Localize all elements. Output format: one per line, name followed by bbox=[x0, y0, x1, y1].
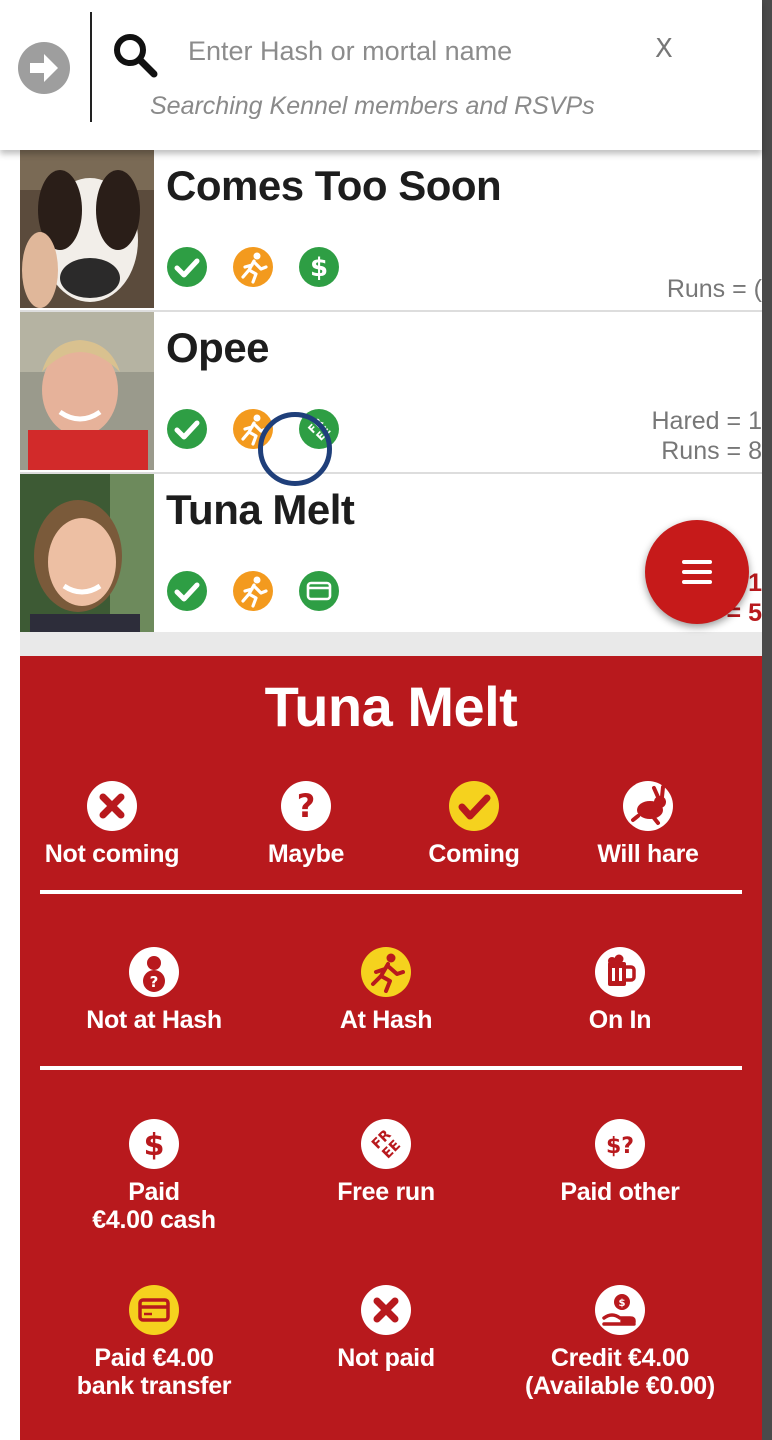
search-input[interactable] bbox=[186, 28, 630, 74]
status-sheet: Tuna Melt Not coming ? Maybe Coming Will… bbox=[20, 656, 762, 1440]
free-run-icon: FR EE bbox=[361, 1119, 411, 1169]
svg-text:?: ? bbox=[297, 787, 316, 825]
runs-count: Runs = ( bbox=[666, 275, 762, 303]
option-label: Will hare bbox=[597, 840, 699, 868]
coming-button[interactable]: Coming bbox=[384, 780, 564, 868]
search-header: X Searching Kennel members and RSVPs bbox=[0, 0, 762, 150]
search-icon bbox=[114, 34, 158, 78]
member-row[interactable]: Comes Too Soon $ Runs = ( bbox=[20, 150, 762, 312]
paid-cash-dollar-icon: $ bbox=[299, 247, 339, 287]
option-label: Paid other bbox=[560, 1178, 680, 1206]
member-name: Opee bbox=[166, 324, 270, 371]
not-coming-button[interactable]: Not coming bbox=[22, 780, 202, 868]
member-row[interactable]: Opee FR EE Hared = 1 Runs = 8 bbox=[20, 312, 762, 474]
coming-check-icon bbox=[167, 247, 207, 287]
coming-check-icon bbox=[167, 571, 207, 611]
bank-transfer-card-icon bbox=[299, 571, 339, 611]
option-label: Paid €4.00 bank transfer bbox=[76, 1344, 232, 1400]
svg-text:$: $ bbox=[310, 253, 328, 283]
on-in-button[interactable]: On In bbox=[530, 946, 710, 1034]
menu-icon bbox=[682, 560, 712, 564]
option-label: Not coming bbox=[44, 840, 180, 868]
will-hare-button[interactable]: Will hare bbox=[558, 780, 738, 868]
at-hash-button[interactable]: At Hash bbox=[296, 946, 476, 1034]
coming-check-icon bbox=[167, 409, 207, 449]
runs-count: Runs = 8 bbox=[661, 437, 762, 465]
dollar-circle-icon: $ bbox=[129, 1119, 179, 1169]
option-label: Not at Hash bbox=[86, 1006, 222, 1034]
menu-fab-button[interactable] bbox=[645, 520, 749, 624]
svg-text:?: ? bbox=[150, 973, 159, 991]
at-hash-runner-icon bbox=[233, 571, 273, 611]
maybe-button[interactable]: ? Maybe bbox=[216, 780, 396, 868]
free-run-button[interactable]: FR EE Free run bbox=[296, 1118, 476, 1206]
section-divider bbox=[40, 890, 742, 894]
paid-cash-button[interactable]: $ Paid €4.00 cash bbox=[64, 1118, 244, 1234]
beer-mug-icon bbox=[595, 947, 645, 997]
paid-bank-transfer-button[interactable]: Paid €4.00 bank transfer bbox=[64, 1284, 244, 1400]
paid-other-button[interactable]: $? Paid other bbox=[530, 1118, 710, 1206]
hare-icon bbox=[623, 781, 673, 831]
option-label: Maybe bbox=[267, 840, 345, 868]
member-name: Comes Too Soon bbox=[166, 162, 502, 209]
svg-text:$: $ bbox=[144, 1128, 165, 1163]
back-arrow-icon[interactable] bbox=[18, 42, 70, 94]
svg-text:$?: $? bbox=[606, 1134, 634, 1159]
x-circle-icon bbox=[87, 781, 137, 831]
avatar bbox=[20, 474, 154, 632]
option-label: Paid €4.00 cash bbox=[92, 1178, 216, 1234]
sheet-gap bbox=[20, 632, 762, 656]
question-circle-icon: ? bbox=[281, 781, 331, 831]
not-at-hash-button[interactable]: ? Not at Hash bbox=[64, 946, 244, 1034]
header-divider bbox=[90, 12, 92, 122]
option-label: At Hash bbox=[339, 1006, 433, 1034]
option-label: Free run bbox=[337, 1178, 435, 1206]
hared-count: Hared = 1 bbox=[651, 407, 763, 435]
option-label: Not paid bbox=[337, 1344, 435, 1372]
money-hand-icon: $ bbox=[595, 1285, 645, 1335]
clear-search-button[interactable]: X bbox=[655, 34, 673, 64]
avatar bbox=[20, 150, 154, 308]
member-name: Tuna Melt bbox=[166, 486, 355, 533]
svg-text:$: $ bbox=[619, 1298, 626, 1309]
check-circle-icon bbox=[449, 781, 499, 831]
not-at-hash-icon: ? bbox=[129, 947, 179, 997]
card-circle-icon bbox=[129, 1285, 179, 1335]
option-label: Coming bbox=[428, 840, 520, 868]
at-hash-runner-icon bbox=[233, 247, 273, 287]
option-label: Credit €4.00 (Available €0.00) bbox=[525, 1344, 715, 1400]
credit-button[interactable]: $ Credit €4.00 (Available €0.00) bbox=[510, 1284, 730, 1400]
dollar-question-icon: $? bbox=[595, 1119, 645, 1169]
option-label: On In bbox=[588, 1006, 652, 1034]
member-stats: Runs = ( bbox=[602, 150, 762, 308]
highlight-ring bbox=[258, 412, 332, 486]
search-hint: Searching Kennel members and RSVPs bbox=[150, 92, 595, 120]
sheet-title: Tuna Melt bbox=[264, 675, 518, 738]
left-frame-edge bbox=[0, 0, 20, 1440]
not-paid-button[interactable]: Not paid bbox=[296, 1284, 476, 1372]
right-frame-edge bbox=[762, 0, 772, 1440]
runner-icon bbox=[361, 947, 411, 997]
x-circle-icon bbox=[361, 1285, 411, 1335]
member-stats: Hared = 1 Runs = 8 bbox=[602, 312, 763, 470]
avatar bbox=[20, 312, 154, 470]
section-divider bbox=[40, 1066, 742, 1070]
